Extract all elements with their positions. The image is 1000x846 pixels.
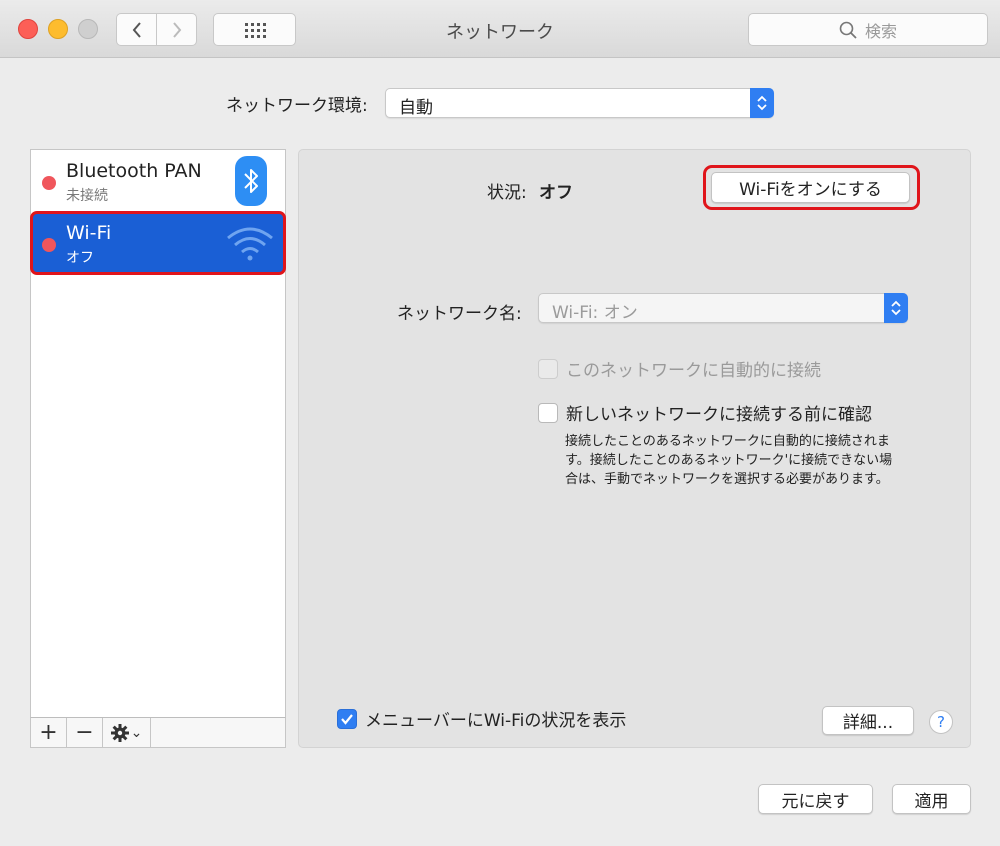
action-menu-button[interactable]: ⌄ — [103, 718, 151, 747]
service-status: オフ — [66, 250, 94, 266]
search-icon — [839, 21, 857, 39]
show-in-menubar-label: メニューバーにWi-Fiの状況を表示 — [365, 711, 627, 731]
updown-arrows-icon — [891, 300, 901, 316]
status-dot — [42, 176, 56, 190]
status-value: オフ — [539, 183, 573, 203]
location-label: ネットワーク環境: — [226, 96, 368, 116]
updown-arrows-icon — [757, 95, 767, 111]
service-list: Bluetooth PAN 未接続 Wi-Fi オフ — [30, 149, 286, 718]
checkbox-box[interactable] — [538, 402, 558, 423]
revert-button[interactable]: 元に戻す — [758, 784, 873, 814]
add-service-button[interactable]: + — [31, 718, 67, 747]
checkbox-box[interactable] — [538, 358, 558, 379]
status-label: 状況: — [487, 183, 527, 203]
search-field[interactable]: 検索 — [748, 13, 988, 46]
title-bar: ネットワーク 検索 — [0, 0, 1000, 58]
help-button[interactable]: ? — [929, 710, 953, 734]
search-placeholder: 検索 — [864, 21, 897, 41]
service-name: Wi-Fi — [66, 222, 112, 244]
auto-join-label: このネットワークに自動的に接続 — [566, 361, 821, 381]
checkbox-box[interactable] — [337, 708, 357, 729]
ask-to-join-checkbox[interactable]: 新しいネットワークに接続する前に確認 — [538, 400, 872, 425]
ask-to-join-description: 接続したことのあるネットワークに自動的に接続されます。接続したことのあるネットワ… — [565, 434, 893, 487]
gear-icon — [110, 723, 129, 742]
location-value: 自動 — [399, 98, 433, 118]
network-name-value: Wi-Fi: オン — [552, 303, 638, 323]
network-name-stepper — [884, 293, 908, 323]
location-select[interactable]: 自動 — [385, 88, 774, 118]
service-status: 未接続 — [66, 188, 108, 204]
network-name-label: ネットワーク名: — [397, 304, 522, 324]
network-name-select[interactable]: Wi-Fi: オン — [538, 293, 908, 323]
show-in-menubar-checkbox[interactable]: メニューバーにWi-Fiの状況を表示 — [337, 706, 626, 731]
checkmark-icon — [341, 713, 353, 725]
apply-button[interactable]: 適用 — [892, 784, 971, 814]
ask-to-join-label: 新しいネットワークに接続する前に確認 — [566, 405, 872, 425]
location-stepper — [750, 88, 774, 118]
wifi-icon — [227, 227, 273, 261]
turn-wifi-on-button[interactable]: Wi-Fiをオンにする — [711, 172, 910, 203]
advanced-button[interactable]: 詳細... — [822, 706, 914, 735]
service-list-toolbar: + − ⌄ — [30, 717, 286, 748]
bluetooth-icon — [235, 156, 267, 206]
remove-service-button[interactable]: − — [67, 718, 103, 747]
service-item-wifi[interactable]: Wi-Fi オフ — [30, 211, 286, 275]
auto-join-checkbox[interactable]: このネットワークに自動的に接続 — [538, 356, 821, 381]
service-item-bluetooth-pan[interactable]: Bluetooth PAN 未接続 — [31, 150, 285, 212]
status-dot — [42, 238, 56, 252]
service-name: Bluetooth PAN — [66, 160, 202, 182]
chevron-down-icon: ⌄ — [130, 724, 143, 741]
